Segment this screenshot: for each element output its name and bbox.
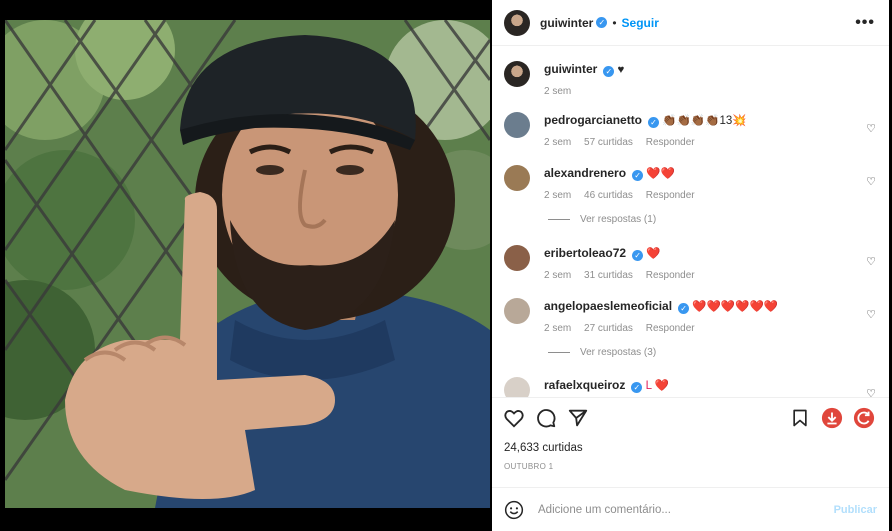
comment-time[interactable]: 2 sem — [544, 137, 571, 148]
reply-button[interactable]: Responder — [646, 137, 695, 148]
post-header: guiwinter ✓ • Seguir ••• — [492, 0, 889, 46]
replies-dash — [548, 218, 570, 220]
comments-list[interactable]: guiwinter ✓ ♥ 2 sem pedrogarcianetto ✓ 👏🏾👏… — [492, 47, 889, 397]
replies-dash — [548, 351, 570, 353]
comment-like-heart-icon[interactable]: ♡ — [866, 308, 876, 321]
verified-badge-icon: ✓ — [596, 17, 608, 28]
publish-button[interactable]: Publicar — [834, 504, 877, 516]
view-replies-button[interactable]: Ver respostas (3) — [548, 347, 656, 358]
comment-input[interactable] — [538, 503, 834, 516]
avatar[interactable] — [504, 165, 530, 191]
caption-username[interactable]: guiwinter — [544, 62, 597, 76]
verified-badge-icon: ✓ — [678, 303, 690, 314]
comment-icon[interactable] — [534, 406, 558, 430]
comment-text: ❤️ — [646, 248, 661, 260]
reply-button[interactable]: Responder — [646, 190, 695, 201]
comment-username[interactable]: rafaelxqueiroz — [544, 378, 625, 392]
heart-icon[interactable] — [502, 406, 526, 430]
more-icon[interactable]: ••• — [855, 14, 875, 32]
emoji-icon[interactable] — [504, 500, 524, 520]
comment-time[interactable]: 2 sem — [544, 190, 571, 201]
comment-time[interactable]: 2 sem — [544, 323, 571, 334]
comment-likes[interactable]: 57 curtidas — [584, 137, 633, 148]
refresh-icon[interactable] — [852, 406, 876, 430]
photo-illustration — [5, 20, 490, 508]
comment-like-heart-icon[interactable]: ♡ — [866, 387, 876, 397]
comment-likes[interactable]: 27 curtidas — [584, 323, 633, 334]
comment-username[interactable]: angelopaeslemeoficial — [544, 299, 672, 313]
verified-badge-icon: ✓ — [632, 250, 644, 261]
avatar[interactable] — [504, 245, 530, 271]
verified-badge-icon: ✓ — [603, 66, 615, 77]
comment-text: ❤️❤️❤️❤️❤️❤️ — [692, 301, 779, 313]
post-media-area — [0, 0, 492, 531]
avatar[interactable] — [504, 9, 530, 36]
download-icon[interactable] — [820, 406, 844, 430]
comment-like-heart-icon[interactable]: ♡ — [866, 255, 876, 268]
share-icon[interactable] — [566, 406, 590, 430]
comment-likes[interactable]: 31 curtidas — [584, 270, 633, 281]
comment-likes[interactable]: 46 curtidas — [584, 190, 633, 201]
verified-badge-icon: ✓ — [631, 382, 643, 393]
avatar[interactable] — [504, 61, 530, 87]
comment-username[interactable]: alexandrenero — [544, 166, 626, 180]
reply-button[interactable]: Responder — [646, 323, 695, 334]
comment-text: 👏🏾👏🏾👏🏾👏🏾13💥 — [662, 115, 747, 127]
verified-badge-icon: ✓ — [648, 117, 660, 128]
author-username[interactable]: guiwinter — [540, 16, 593, 30]
reply-button[interactable]: Responder — [646, 270, 695, 281]
comment-username[interactable]: pedrogarcianetto — [544, 113, 642, 127]
comment-time[interactable]: 2 sem — [544, 270, 571, 281]
verified-badge-icon: ✓ — [632, 170, 644, 181]
comment-text: ❤️❤️ — [646, 168, 675, 180]
view-replies-label[interactable]: Ver respostas (1) — [580, 214, 656, 225]
separator: • — [612, 15, 617, 30]
comment-like-heart-icon[interactable]: ♡ — [866, 175, 876, 188]
follow-button[interactable]: Seguir — [622, 16, 659, 30]
caption-text: ♥ — [617, 64, 625, 76]
likes-count[interactable]: 24,633 curtidas — [504, 442, 583, 454]
post-side-panel: guiwinter ✓ • Seguir ••• guiwinter ✓ ♥ 2 … — [492, 0, 889, 531]
view-replies-label[interactable]: Ver respostas (3) — [580, 347, 656, 358]
post-photo[interactable] — [5, 20, 490, 508]
avatar[interactable] — [504, 377, 530, 397]
comment-like-heart-icon[interactable]: ♡ — [866, 122, 876, 135]
comment-username[interactable]: eribertoleao72 — [544, 246, 626, 260]
avatar[interactable] — [504, 298, 530, 324]
post-date[interactable]: OUTUBRO 1 — [504, 462, 553, 471]
post-actions: 24,633 curtidas OUTUBRO 1 — [492, 397, 889, 487]
bookmark-icon[interactable] — [788, 406, 812, 430]
view-replies-button[interactable]: Ver respostas (1) — [548, 214, 656, 225]
comment-text: L ❤️ — [645, 380, 670, 392]
add-comment-bar: Publicar — [492, 487, 889, 531]
caption-time[interactable]: 2 sem — [544, 86, 571, 97]
avatar[interactable] — [504, 112, 530, 138]
